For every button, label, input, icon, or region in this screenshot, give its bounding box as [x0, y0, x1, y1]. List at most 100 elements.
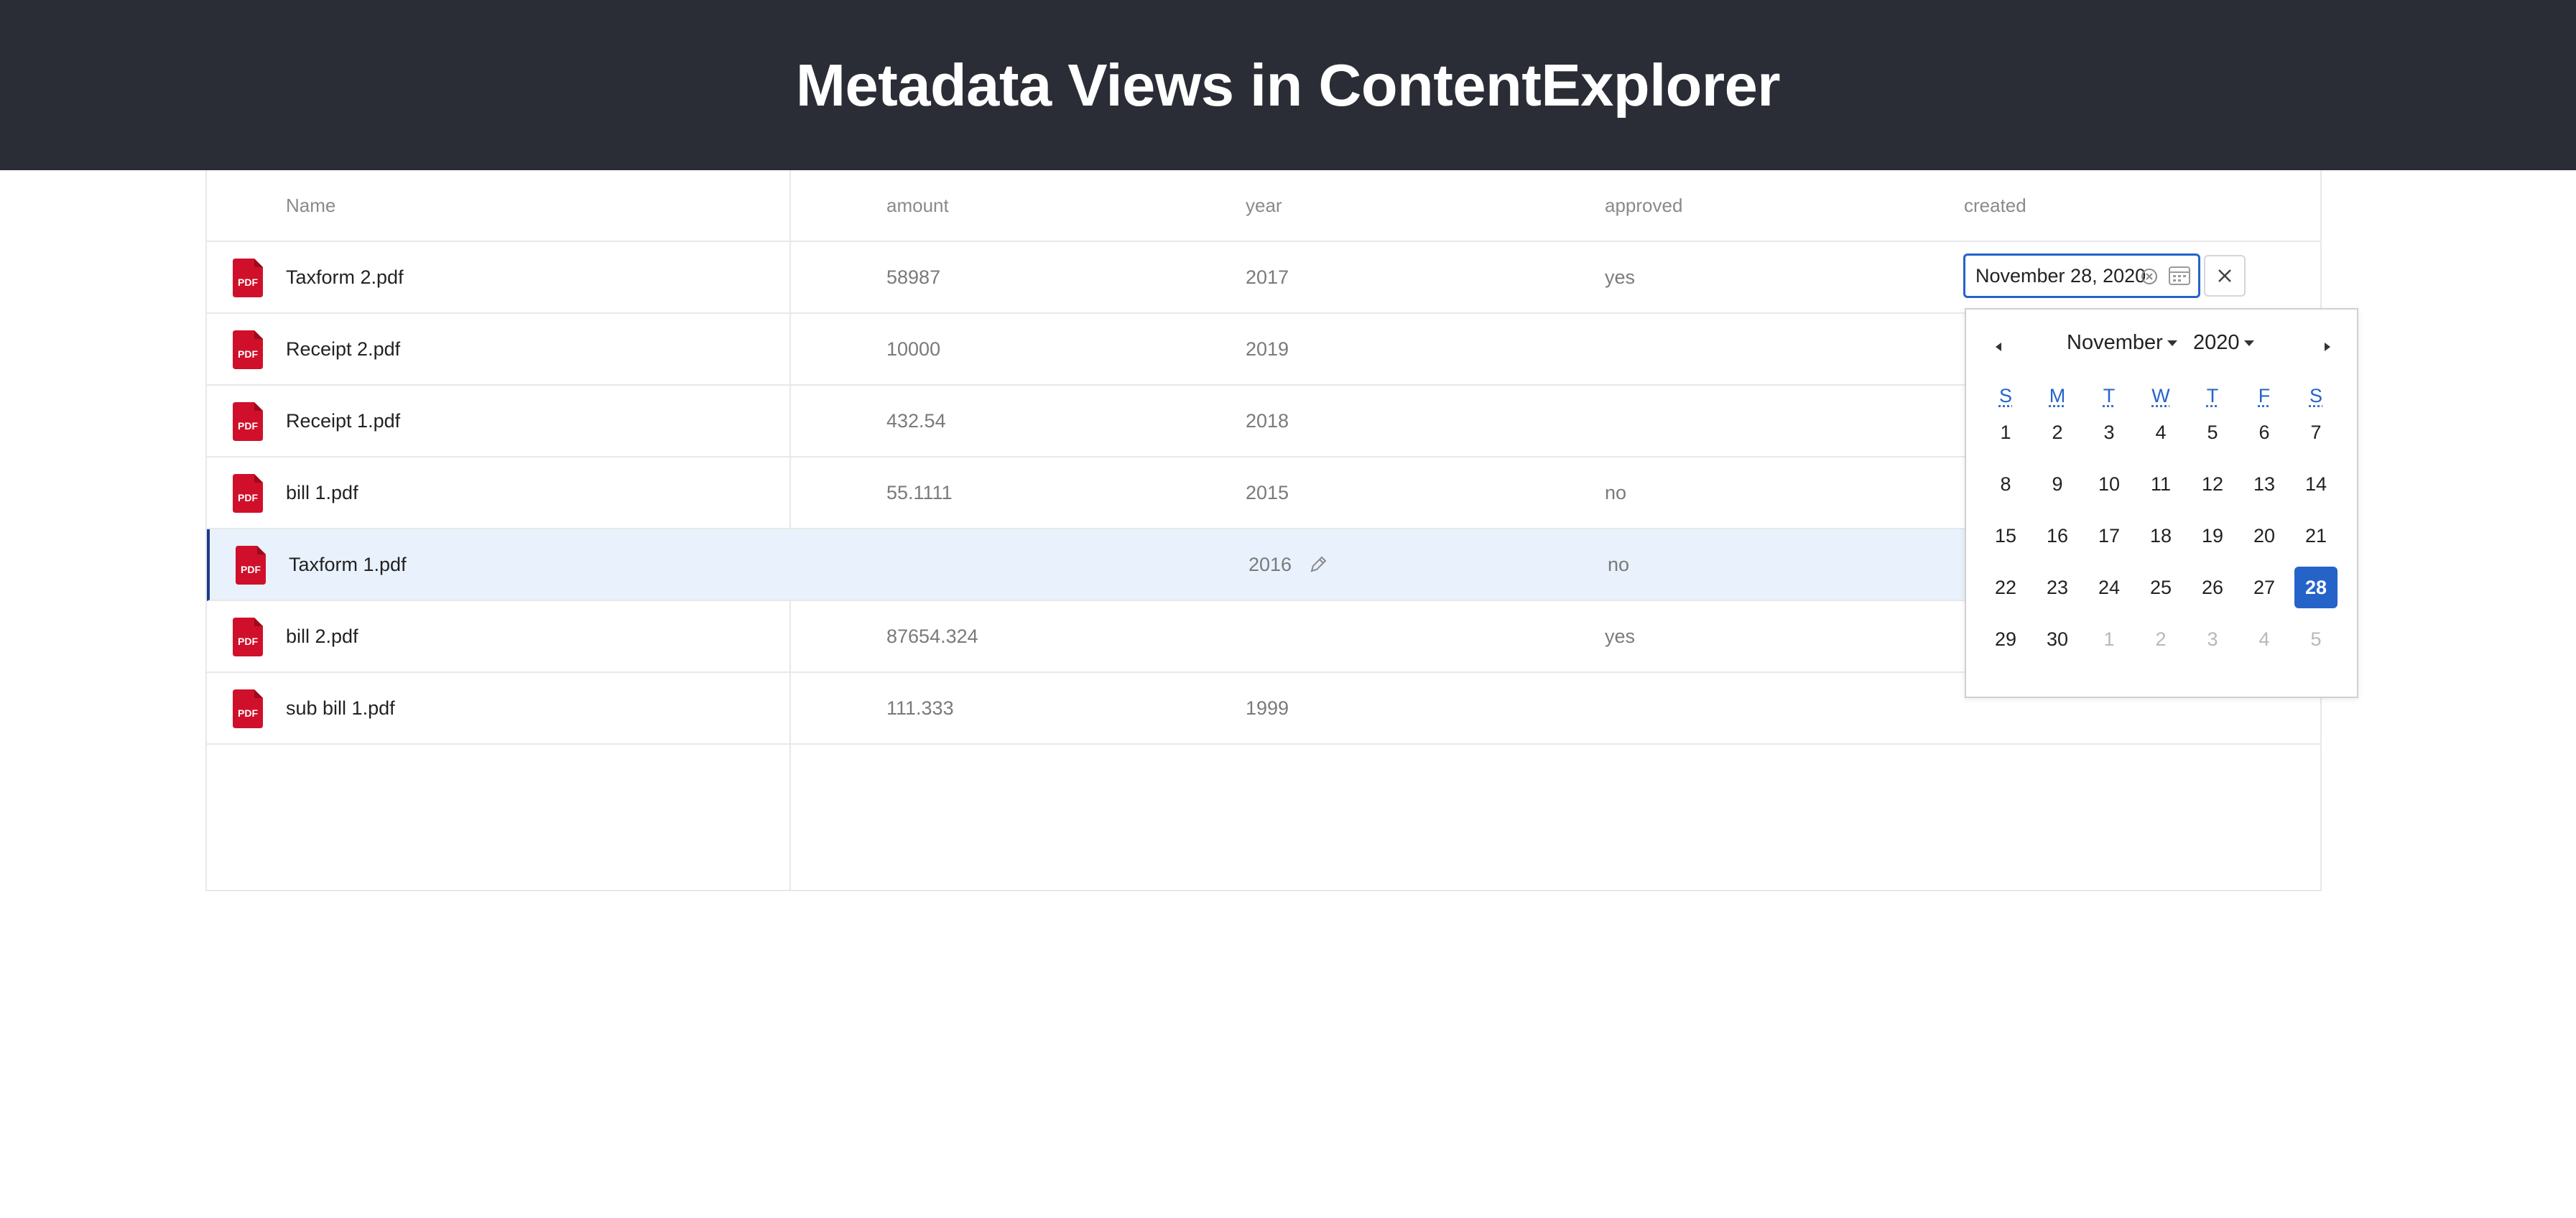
calendar-day[interactable]: 12	[2191, 463, 2234, 505]
amount-cell[interactable]: 111.333	[886, 673, 954, 743]
pdf-icon: PDF	[233, 474, 263, 513]
calendar-day[interactable]: 27	[2243, 567, 2286, 608]
pdf-icon: PDF	[233, 259, 263, 297]
calendar-day[interactable]: 20	[2243, 515, 2286, 557]
year-cell[interactable]: 2017	[1246, 242, 1289, 312]
calendar-day[interactable]: 14	[2294, 463, 2338, 505]
file-name[interactable]: Receipt 2.pdf	[286, 314, 400, 384]
weekday-header: F	[2258, 385, 2271, 406]
calendar-day[interactable]: 13	[2243, 463, 2286, 505]
approved-cell[interactable]: no	[1608, 529, 1629, 600]
table-header-row: Name amount year approved created	[207, 170, 2320, 242]
calendar-day[interactable]: 22	[1984, 567, 2027, 608]
calendar-day[interactable]: 7	[2294, 412, 2338, 453]
calendar-day[interactable]: 15	[1984, 515, 2027, 557]
calendar-day[interactable]: 11	[2139, 463, 2182, 505]
file-name[interactable]: sub bill 1.pdf	[286, 673, 395, 743]
calendar-day[interactable]: 2	[2036, 412, 2079, 453]
calendar-day[interactable]: 30	[2036, 618, 2079, 660]
file-name[interactable]: bill 1.pdf	[286, 457, 358, 528]
clear-date-icon[interactable]	[2141, 268, 2158, 285]
pdf-icon: PDF	[236, 546, 266, 585]
cancel-edit-button[interactable]	[2204, 255, 2246, 297]
year-cell[interactable]: 2015	[1246, 457, 1289, 528]
file-name[interactable]: Taxform 1.pdf	[289, 529, 407, 600]
calendar-day[interactable]: 19	[2191, 515, 2234, 557]
column-header-year[interactable]: year	[1246, 170, 1282, 241]
close-icon	[2218, 269, 2231, 282]
date-picker-popup: November 2020 S M T W T F S 1 2 3 4 5 6 7 8 9 10 11 12 13 14…	[1965, 308, 2358, 698]
weekday-header: M	[2049, 385, 2066, 406]
amount-cell[interactable]: 55.1111	[886, 457, 953, 528]
calendar-day[interactable]: 16	[2036, 515, 2079, 557]
calendar-day-outside-month[interactable]: 1	[2088, 618, 2131, 660]
column-header-created[interactable]: created	[1964, 170, 2026, 241]
year-select[interactable]: 2020	[2193, 331, 2254, 355]
month-label: November	[2067, 331, 2163, 354]
pdf-icon-label: PDF	[241, 564, 261, 575]
year-cell[interactable]: 2018	[1246, 386, 1289, 456]
year-cell[interactable]: 1999	[1246, 673, 1289, 743]
calendar-day[interactable]: 5	[2191, 412, 2234, 453]
calendar-day[interactable]: 29	[1984, 618, 2027, 660]
calendar-day-outside-month[interactable]: 4	[2243, 618, 2286, 660]
calendar-icon[interactable]	[2168, 264, 2191, 286]
calendar-day[interactable]: 23	[2036, 567, 2079, 608]
approved-cell[interactable]: yes	[1605, 601, 1635, 671]
calendar-day-outside-month[interactable]: 5	[2294, 618, 2338, 660]
amount-cell[interactable]: 87654.324	[886, 601, 978, 671]
calendar-day[interactable]: 17	[2088, 515, 2131, 557]
calendar-day[interactable]: 24	[2088, 567, 2131, 608]
calendar-day[interactable]: 9	[2036, 463, 2079, 505]
next-month-button[interactable]	[2317, 333, 2338, 361]
calendar-day[interactable]: 25	[2139, 567, 2182, 608]
created-date-input[interactable]: November 28, 2020	[1963, 254, 2200, 298]
file-name[interactable]: Receipt 1.pdf	[286, 386, 400, 456]
weekday-header: T	[2103, 385, 2116, 406]
calendar-day[interactable]: 21	[2294, 515, 2338, 557]
column-header-amount[interactable]: amount	[886, 170, 949, 241]
calendar-day-outside-month[interactable]: 3	[2191, 618, 2234, 660]
pdf-icon-label: PDF	[238, 492, 258, 503]
calendar-day[interactable]: 3	[2088, 412, 2131, 453]
amount-cell[interactable]: 10000	[886, 314, 940, 384]
created-date-value: November 28, 2020	[1975, 264, 2146, 287]
amount-cell[interactable]: 432.54	[886, 386, 946, 456]
pdf-icon-label: PDF	[238, 276, 258, 288]
column-header-approved[interactable]: approved	[1605, 170, 1682, 241]
calendar-day[interactable]: 26	[2191, 567, 2234, 608]
weekday-header: S	[1998, 385, 2012, 406]
file-name[interactable]: bill 2.pdf	[286, 601, 358, 671]
weekday-header: S	[2309, 385, 2322, 406]
approved-cell[interactable]: no	[1605, 457, 1626, 528]
pdf-icon: PDF	[233, 402, 263, 441]
pdf-icon-label: PDF	[238, 420, 258, 432]
pencil-icon[interactable]	[1307, 554, 1329, 575]
caret-right-icon	[2325, 343, 2330, 351]
caret-left-icon	[1996, 343, 2001, 351]
year-cell[interactable]: 2019	[1246, 314, 1289, 384]
file-name[interactable]: Taxform 2.pdf	[286, 242, 404, 312]
pdf-icon: PDF	[233, 330, 263, 369]
column-header-name[interactable]: Name	[286, 170, 335, 241]
calendar-day[interactable]: 6	[2243, 412, 2286, 453]
page-header: Metadata Views in ContentExplorer	[0, 0, 2576, 170]
pdf-icon-label: PDF	[238, 348, 258, 360]
calendar-day-outside-month[interactable]: 2	[2139, 618, 2182, 660]
month-select[interactable]: November	[2067, 331, 2177, 355]
chevron-down-icon	[2167, 340, 2177, 346]
calendar-day[interactable]: 4	[2139, 412, 2182, 453]
calendar-day[interactable]: 8	[1984, 463, 2027, 505]
year-label: 2020	[2193, 331, 2240, 354]
calendar-day[interactable]: 28	[2294, 567, 2338, 608]
calendar-day[interactable]: 18	[2139, 515, 2182, 557]
calendar-day[interactable]: 10	[2088, 463, 2131, 505]
weekday-header: W	[2151, 385, 2170, 406]
approved-cell[interactable]: yes	[1605, 242, 1635, 312]
weekday-header: T	[2206, 385, 2219, 406]
prev-month-button[interactable]	[1988, 333, 2009, 361]
amount-cell[interactable]: 58987	[886, 242, 940, 312]
calendar-day[interactable]: 1	[1984, 412, 2027, 453]
year-cell[interactable]: 2016	[1248, 529, 1292, 600]
pdf-icon: PDF	[233, 689, 263, 728]
